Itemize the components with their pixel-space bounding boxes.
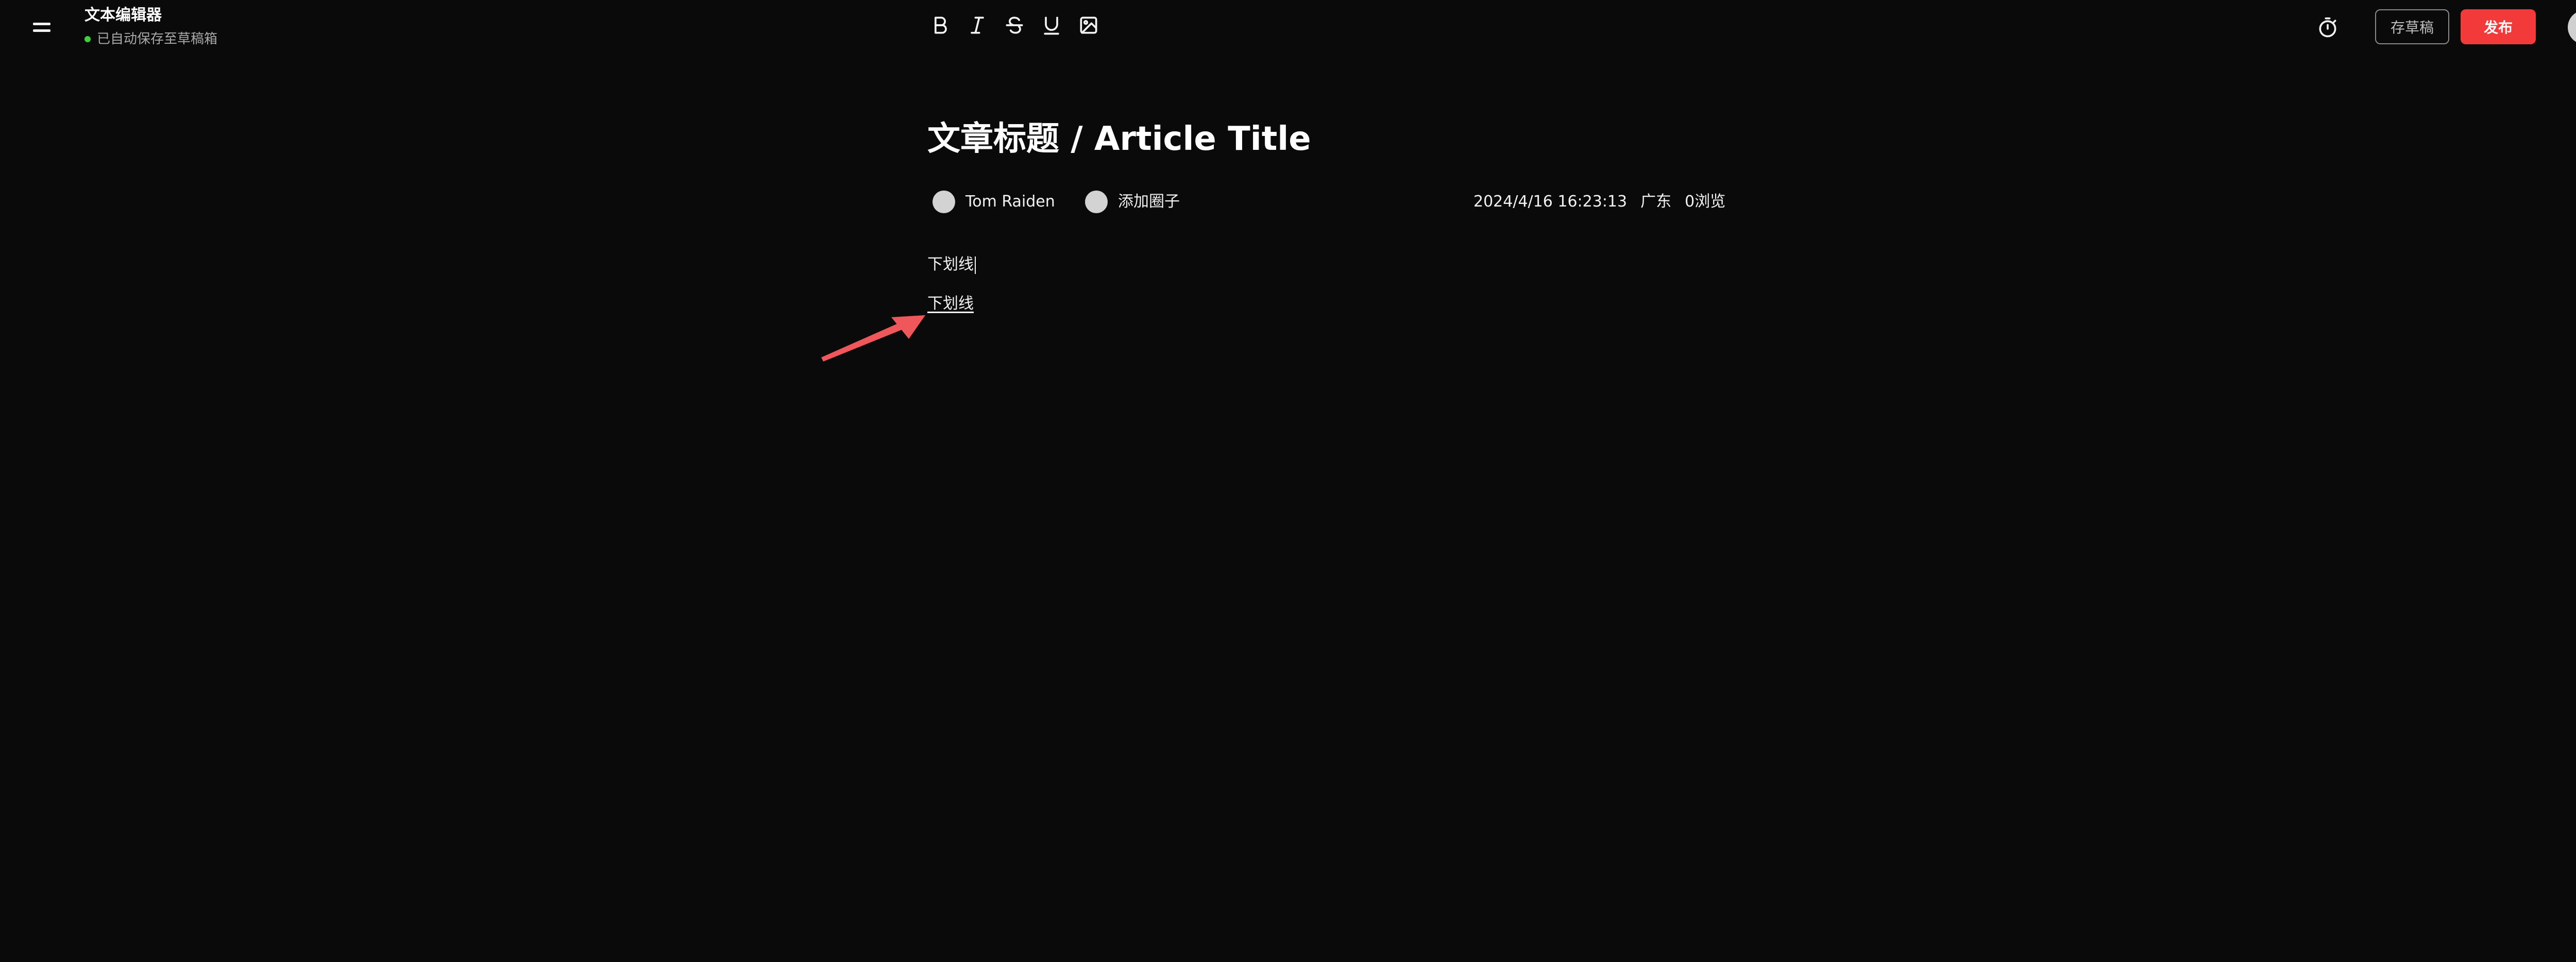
add-circle-label: 添加圈子: [1118, 193, 1180, 211]
status-dot-icon: [84, 36, 91, 42]
body-paragraph-underlined[interactable]: 下划线: [927, 293, 974, 315]
article-datetime: 2024/4/16 16:23:13: [1473, 193, 1628, 211]
save-status-text: 已自动保存至草稿箱: [97, 31, 218, 47]
circle-avatar: [1085, 191, 1108, 213]
annotation-arrow-icon: [821, 315, 925, 362]
underline-icon[interactable]: [1038, 11, 1065, 39]
strikethrough-icon[interactable]: [1001, 11, 1028, 39]
text-caret: [975, 256, 976, 274]
article-title[interactable]: 文章标题 / Article Title: [927, 114, 1311, 164]
body-paragraph[interactable]: 下划线: [927, 253, 976, 276]
app-title: 文本编辑器: [84, 6, 162, 24]
article-views: 0浏览: [1685, 193, 1726, 211]
formatting-toolbar: [926, 11, 1103, 39]
author-name: Tom Raiden: [965, 193, 1055, 211]
bold-icon[interactable]: [926, 11, 954, 39]
save-status: 已自动保存至草稿箱: [84, 30, 217, 48]
editor-app: 文本编辑器 已自动保存至草稿箱 存草稿 发布 文章标题 / Article Ti…: [0, 0, 2576, 962]
menu-icon[interactable]: [33, 21, 53, 34]
add-circle-button[interactable]: 添加圈子: [1085, 191, 1180, 213]
author-info[interactable]: Tom Raiden: [933, 191, 1055, 213]
timer-icon[interactable]: [2313, 13, 2342, 42]
avatar[interactable]: [2568, 10, 2576, 44]
save-draft-button[interactable]: 存草稿: [2375, 9, 2449, 44]
article-location: 广东: [1640, 193, 1672, 211]
paragraph-text: 下划线: [927, 255, 974, 273]
article-meta: 2024/4/16 16:23:13 广东 0浏览: [1473, 191, 1725, 213]
author-avatar: [933, 191, 955, 213]
publish-button[interactable]: 发布: [2461, 9, 2536, 44]
image-icon[interactable]: [1075, 11, 1103, 39]
italic-icon[interactable]: [963, 11, 991, 39]
